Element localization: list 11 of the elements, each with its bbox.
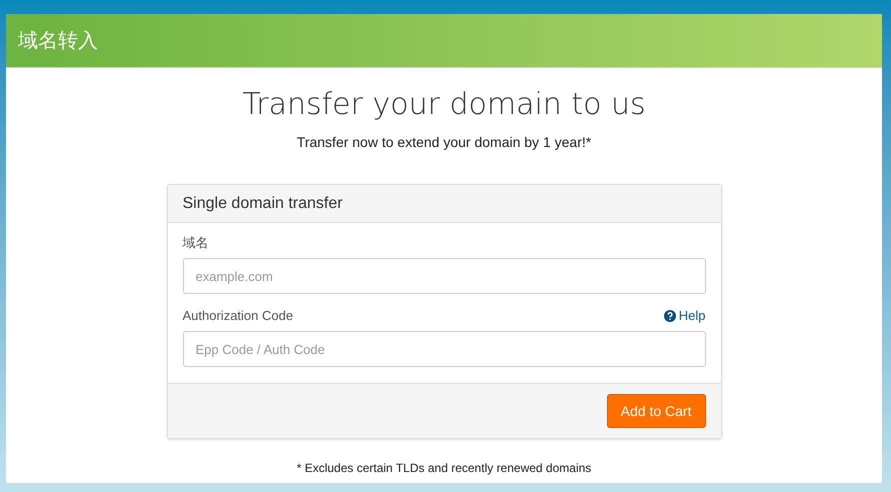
page-title: 域名转入	[18, 28, 98, 54]
card-title: Single domain transfer	[182, 194, 343, 214]
heading: Transfer your domain to us	[242, 86, 646, 124]
footnote: * Excludes certain TLDs and recently renewed domains	[296, 460, 592, 477]
subheading: Transfer now to extend your domain by 1 year!*	[296, 133, 592, 152]
help-link[interactable]: Help	[664, 306, 706, 326]
field-label: Authorization Code	[182, 307, 294, 326]
input-field[interactable]: example.com	[182, 258, 706, 294]
field-label: 域名	[182, 234, 208, 252]
input-field[interactable]: Epp Code / Auth Code	[182, 331, 706, 367]
help-icon	[664, 310, 676, 322]
